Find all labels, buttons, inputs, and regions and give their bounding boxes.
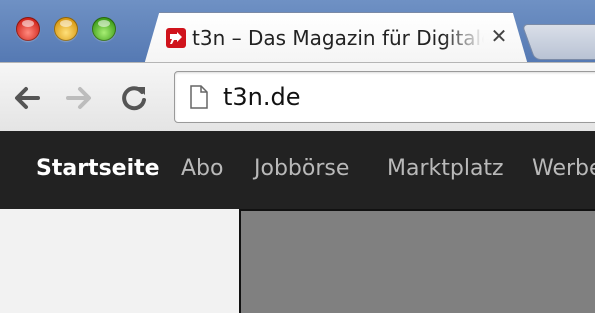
page-icon: [189, 85, 209, 113]
window-minimize-button[interactable]: [54, 17, 78, 41]
content-image-placeholder: [239, 209, 595, 313]
back-arrow-icon[interactable]: [10, 83, 42, 113]
reload-icon[interactable]: [118, 83, 150, 113]
t3n-logo-icon: [166, 28, 186, 48]
nav-item-startseite[interactable]: Startseite: [36, 154, 160, 184]
close-tab-icon[interactable]: ✕: [488, 25, 510, 47]
nav-item-abo[interactable]: Abo: [181, 154, 223, 184]
content-left-panel: [0, 209, 239, 313]
window-close-button[interactable]: [16, 17, 40, 41]
window-maximize-button[interactable]: [92, 17, 116, 41]
browser-toolbar: t3n.de: [0, 62, 595, 133]
new-tab-button[interactable]: [521, 24, 595, 60]
url-text[interactable]: t3n.de: [223, 83, 301, 111]
site-navigation: Startseite Abo Jobbörse Marktplatz Werbe: [0, 131, 595, 209]
address-bar[interactable]: t3n.de: [174, 71, 595, 123]
tab-title: t3n – Das Magazin für Digitales Business: [192, 26, 484, 50]
forward-arrow-icon[interactable]: [64, 83, 96, 113]
nav-item-jobboerse[interactable]: Jobbörse: [254, 154, 349, 184]
nav-item-werbe[interactable]: Werbe: [532, 154, 595, 184]
nav-item-marktplatz[interactable]: Marktplatz: [387, 154, 504, 184]
browser-tab-content[interactable]: t3n – Das Magazin für Digitales Business…: [158, 12, 518, 62]
